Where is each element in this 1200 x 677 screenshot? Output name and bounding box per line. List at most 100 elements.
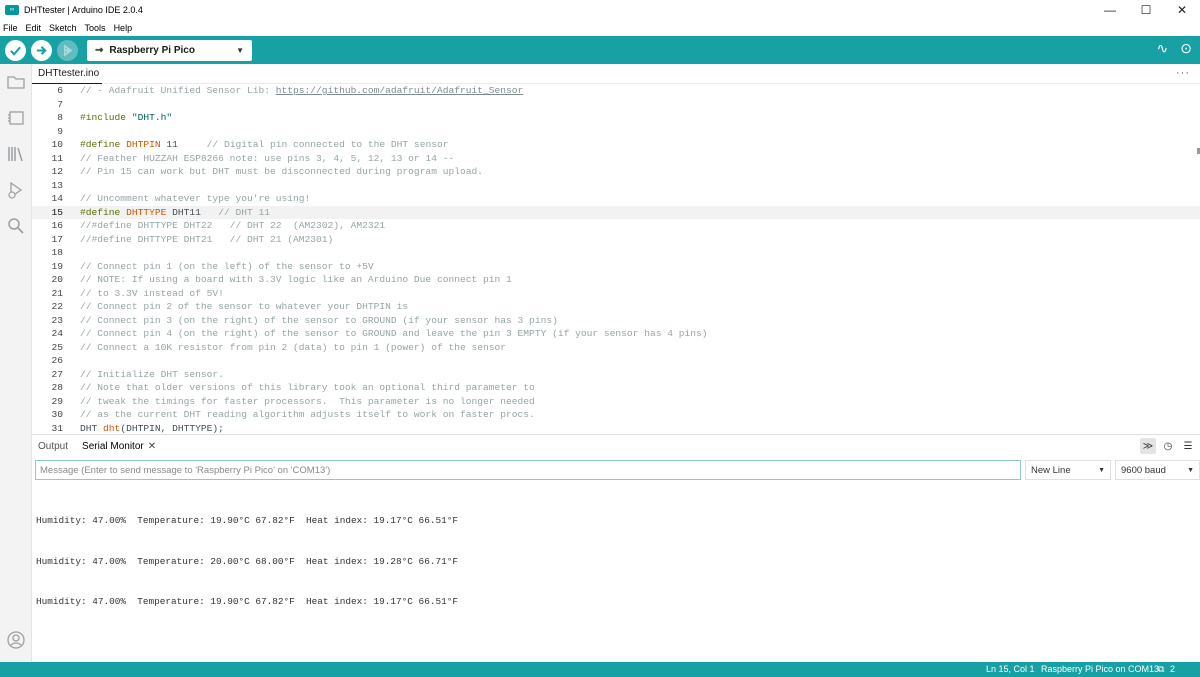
code-line[interactable]: 23 // Connect pin 3 (on the right) of the… (32, 314, 1200, 328)
search-icon[interactable] (0, 208, 32, 244)
serial-message-input[interactable] (35, 460, 1021, 480)
menu-help[interactable]: Help (114, 23, 133, 33)
checkmark-icon (10, 46, 21, 56)
code-line[interactable]: 28 // Note that older versions of this li… (32, 381, 1200, 395)
notification-count: 2 (1170, 664, 1176, 674)
minimize-button[interactable]: — (1092, 0, 1128, 20)
debug-button[interactable] (57, 39, 78, 61)
code-token: // Pin 15 can work but DHT must be disco… (80, 166, 484, 177)
code-token: // Connect pin 3 (on the right) of the s… (80, 314, 558, 326)
line-number: 8 (57, 112, 63, 123)
code-text: // to 3.3V instead of 5V! (80, 287, 224, 301)
serial-output: Humidity: 47.00% Temperature: 19.90°C 67… (36, 487, 458, 636)
board-port-status[interactable]: Raspberry Pi Pico on COM13 (1041, 664, 1159, 674)
line-number: 25 (51, 341, 63, 353)
code-line[interactable]: 20 // NOTE: If using a board with 3.3V lo… (32, 273, 1200, 287)
code-line[interactable]: 27 // Initialize DHT sensor. (32, 368, 1200, 382)
code-line[interactable]: 12 // Pin 15 can work but DHT must be dis… (32, 165, 1200, 179)
menu-sketch[interactable]: Sketch (49, 23, 77, 33)
maximize-button[interactable]: ☐ (1128, 0, 1164, 20)
code-editor[interactable]: 6 // - Adafruit Unified Sensor Lib: https… (32, 84, 1200, 434)
line-number: 15 (51, 206, 63, 218)
code-token: //#define DHTTYPE DHT21 // DHT 21 (AM230… (80, 233, 334, 245)
baud-rate-select[interactable]: 9600 baud ▼ (1115, 460, 1200, 480)
close-button[interactable]: ✕ (1164, 0, 1200, 20)
sketchbook-folder-icon[interactable] (0, 64, 32, 100)
menu-file[interactable]: File (3, 23, 18, 33)
baud-rate-value: 9600 baud (1121, 464, 1166, 476)
code-text: DHT dht(DHTPIN, DHTTYPE); (80, 422, 224, 435)
code-text: #define DHTTYPE DHT11 // DHT 11 (80, 206, 270, 220)
boards-manager-icon[interactable] (0, 100, 32, 136)
code-line[interactable]: 9 (32, 125, 1200, 139)
line-number: 11 (51, 152, 63, 164)
code-line[interactable]: 8 #include "DHT.h" (32, 111, 1200, 125)
code-line[interactable]: 15 #define DHTTYPE DHT11 // DHT 11 (32, 205, 1200, 220)
board-selector[interactable]: ⇝ Raspberry Pi Pico ▼ (87, 39, 252, 61)
clear-output-icon[interactable]: ☰ (1180, 438, 1196, 454)
debug-sidebar-icon[interactable] (0, 172, 32, 208)
code-text: // Connect pin 2 of the sensor to whatev… (80, 300, 408, 314)
code-token: (DHTPIN, DHTTYPE); (120, 422, 224, 434)
arduino-ide-window: ∞ DHTtester | Arduino IDE 2.0.4 — ☐ ✕ Fi… (0, 0, 1200, 677)
code-line[interactable]: 19 // Connect pin 1 (on the left) of the … (32, 260, 1200, 274)
code-text: #define DHTPIN 11 // Digital pin connect… (80, 138, 448, 152)
menu-edit[interactable]: Edit (26, 23, 42, 33)
account-icon[interactable] (0, 622, 32, 658)
code-line[interactable]: 11 // Feather HUZZAH ESP8266 note: use pi… (32, 152, 1200, 166)
line-number: 13 (51, 179, 63, 191)
code-token: // Connect pin 1 (on the left) of the se… (80, 260, 374, 272)
code-line[interactable]: 18 (32, 246, 1200, 260)
code-line[interactable]: 30 // as the current DHT reading algorith… (32, 408, 1200, 422)
serial-monitor-icon[interactable]: ⊙ (1180, 40, 1192, 57)
code-token: // Connect pin 2 of the sensor to whatev… (80, 301, 409, 312)
tab-output[interactable]: Output (38, 441, 68, 452)
code-text: // Connect pin 3 (on the right) of the s… (80, 314, 558, 328)
upload-button[interactable] (31, 39, 52, 61)
code-line[interactable]: 16 //#define DHTTYPE DHT22 // DHT 22 (AM2… (32, 219, 1200, 233)
line-ending-select[interactable]: New Line ▼ (1025, 460, 1111, 480)
arrow-right-icon (36, 45, 47, 55)
serial-plotter-icon[interactable]: ∿ (1157, 40, 1169, 57)
code-line[interactable]: 17 //#define DHTTYPE DHT21 // DHT 21 (AM2… (32, 233, 1200, 247)
chevron-down-icon: ▼ (1187, 466, 1194, 474)
code-text: // Uncomment whatever type you're using! (80, 192, 310, 206)
code-line[interactable]: 29 // tweak the timings for faster proces… (32, 395, 1200, 409)
code-line[interactable]: 6 // - Adafruit Unified Sensor Lib: https… (32, 84, 1200, 98)
code-line[interactable]: 31 DHT dht(DHTPIN, DHTTYPE); (32, 422, 1200, 435)
code-line[interactable]: 7 (32, 98, 1200, 112)
verify-button[interactable] (5, 39, 26, 61)
library-manager-icon[interactable] (0, 136, 32, 172)
code-line[interactable]: 22 // Connect pin 2 of the sensor to what… (32, 300, 1200, 314)
timestamp-icon[interactable]: ◷ (1160, 438, 1176, 454)
code-line[interactable]: 14 // Uncomment whatever type you're usin… (32, 192, 1200, 206)
chevron-down-icon: ▼ (1098, 466, 1105, 474)
code-token: DHTTYPE (126, 206, 167, 218)
code-line[interactable]: 26 (32, 354, 1200, 368)
file-tab[interactable]: DHTtester.ino (38, 68, 99, 79)
code-line[interactable]: 10 #define DHTPIN 11 // Digital pin conne… (32, 138, 1200, 152)
code-token: // Feather HUZZAH ESP8266 note: use pins… (80, 152, 455, 164)
menu-tools[interactable]: Tools (85, 23, 106, 33)
line-number: 22 (51, 301, 63, 312)
code-line[interactable]: 13 (32, 179, 1200, 193)
code-line[interactable]: 25 // Connect a 10K resistor from pin 2 (… (32, 341, 1200, 355)
close-icon[interactable]: ✕ (148, 441, 156, 452)
arduino-logo-icon: ∞ (5, 5, 19, 15)
code-link[interactable]: https://github.com/adafruit/Adafruit_Sen… (276, 85, 524, 96)
code-token: // Uncomment whatever type you're using! (80, 193, 311, 204)
title-bar: ∞ DHTtester | Arduino IDE 2.0.4 — ☐ ✕ (0, 0, 1200, 20)
line-number: 12 (51, 166, 63, 177)
more-options-icon[interactable]: ··· (1176, 67, 1190, 79)
code-token: // Note that older versions of this libr… (80, 382, 535, 393)
cursor-position[interactable]: Ln 15, Col 1 (986, 664, 1035, 674)
notifications-icon[interactable]: ⧉ (1158, 664, 1164, 675)
line-number: 19 (51, 260, 63, 272)
tab-serial-monitor[interactable]: Serial Monitor (82, 441, 144, 452)
line-number: 30 (51, 409, 63, 420)
toggle-autoscroll-icon[interactable]: ≫ (1140, 438, 1156, 454)
code-text: // - Adafruit Unified Sensor Lib: https:… (80, 84, 523, 98)
code-line[interactable]: 21 // to 3.3V instead of 5V! (32, 287, 1200, 301)
code-text: // Pin 15 can work but DHT must be disco… (80, 165, 483, 179)
code-line[interactable]: 24 // Connect pin 4 (on the right) of the… (32, 327, 1200, 341)
